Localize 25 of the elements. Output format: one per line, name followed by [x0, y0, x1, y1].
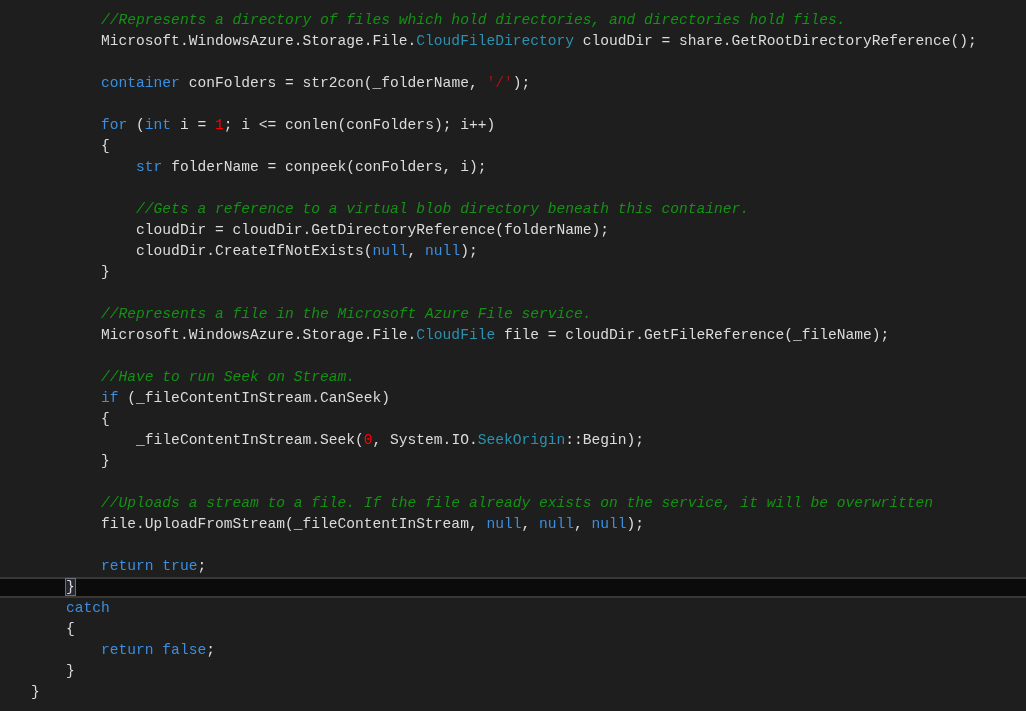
code-line: { [66, 621, 75, 637]
code-line: Microsoft.WindowsAzure.Storage.File.CloudFileDirectory cloudDir = share.GetRootDirectoryReference(); [101, 33, 977, 49]
code-line: { [101, 138, 110, 154]
code-line: _fileContentInStream.Seek(0, System.IO.SeekOrigin::Begin); [136, 432, 645, 448]
code-line: file.UploadFromStream(_fileContentInStream, null, null, null); [101, 516, 645, 532]
code-line: Microsoft.WindowsAzure.Storage.File.CloudFile file = cloudDir.GetFileReference(_fileName); [101, 327, 890, 343]
code-line: cloudDir = cloudDir.GetDirectoryReference(folderName); [136, 222, 609, 238]
code-line: container conFolders = str2con(_folderName, '/'); [101, 75, 531, 91]
code-line: for (int i = 1; i <= conlen(conFolders); i++) [101, 117, 496, 133]
code-line: //Represents a directory of files which hold directories, and directories hold files. [101, 12, 846, 28]
code-line: if (_fileContentInStream.CanSeek) [101, 390, 391, 406]
code-line: catch [66, 600, 110, 616]
code-line: //Gets a reference to a virtual blob directory beneath this container. [136, 201, 750, 217]
code-line: } [31, 684, 40, 700]
code-line: //Have to run Seek on Stream. [101, 369, 356, 385]
code-line: } [66, 663, 75, 679]
code-line: { [101, 411, 110, 427]
code-line: } [101, 453, 110, 469]
code-line: cloudDir.CreateIfNotExists(null, null); [136, 243, 478, 259]
code-line: //Uploads a stream to a file. If the file already exists on the service, it will be overwritten [101, 495, 934, 511]
code-line: //Represents a file in the Microsoft Azure File service. [101, 306, 592, 322]
code-line: str folderName = conpeek(conFolders, i); [136, 159, 487, 175]
code-line: return false; [101, 642, 215, 658]
code-line: return true; [101, 558, 207, 574]
code-line: } [101, 264, 110, 280]
